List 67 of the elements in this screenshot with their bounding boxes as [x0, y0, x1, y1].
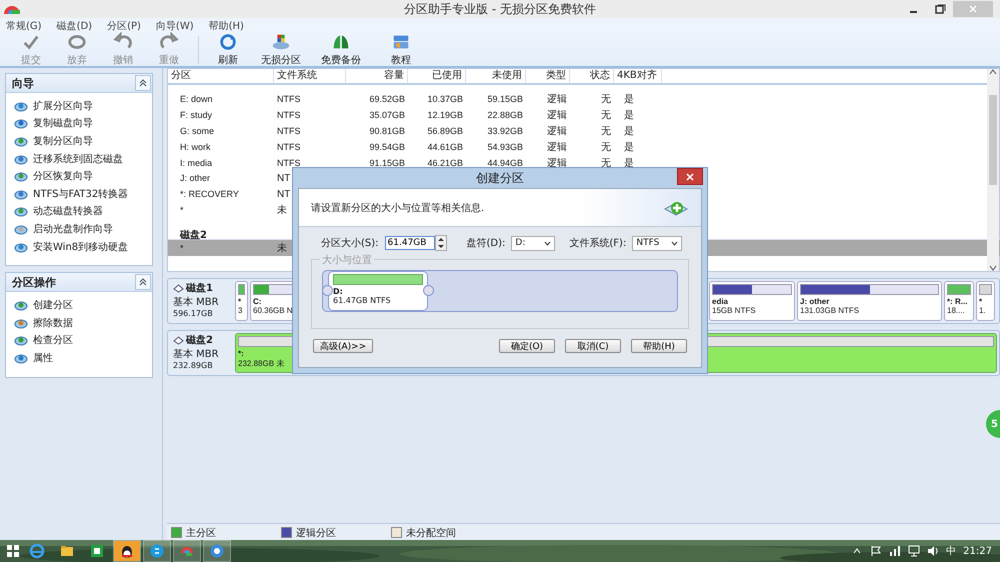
table-cell: 44.61GB — [427, 142, 463, 152]
table-cell: 未 — [277, 242, 287, 254]
table-cell: NTFS — [277, 142, 300, 152]
table-cell: I: media — [180, 158, 212, 168]
table-cell: 46.21GB — [427, 158, 463, 168]
table-cell: 35.07GB — [369, 110, 405, 120]
table-cell: H: work — [180, 142, 211, 152]
table-cell: 逻辑 — [547, 126, 567, 137]
table-cell: 59.15GB — [487, 94, 523, 104]
table-cell: F: study — [180, 110, 212, 120]
table-cell: 33.92GB — [487, 126, 523, 136]
table-cell: E: down — [180, 94, 213, 104]
window-title: 分区助手专业版 - 无损分区免费软件 — [404, 2, 596, 16]
table-cell: 逻辑 — [547, 94, 567, 106]
table-cell: 无 — [601, 142, 611, 153]
disk-size: 596.17GB — [173, 309, 214, 318]
legend-label: 主分区 — [186, 526, 216, 540]
table-cell: * — [180, 204, 184, 215]
table-cell: 10.37GB — [427, 94, 463, 104]
table-cell: 56.89GB — [427, 126, 463, 136]
table-cell: 是 — [624, 94, 634, 106]
table-cell: 99.54GB — [369, 142, 405, 152]
table-cell: 是 — [624, 142, 634, 153]
table-cell: 是 — [624, 110, 634, 122]
table-cell: 12.19GB — [427, 110, 463, 120]
table-cell: *: RECOVERY — [180, 189, 239, 200]
table-cell: 90.81GB — [369, 126, 405, 136]
table-cell: 是 — [624, 126, 634, 137]
legend-label: 未分配空间 — [406, 526, 456, 540]
table-cell: NTFS — [277, 94, 300, 104]
table-cell: NTFS — [277, 110, 300, 120]
legend-label: 逻辑分区 — [296, 526, 336, 540]
table-cell: NT — [277, 189, 290, 200]
table-cell: NTFS — [277, 126, 300, 136]
table-cell: NTFS — [277, 158, 300, 168]
disk-type: 基本 MBR — [173, 296, 220, 309]
table-cell: 是 — [624, 158, 634, 169]
disk-heading: 磁盘2 — [180, 230, 207, 242]
table-cell: 22.88GB — [487, 110, 523, 120]
dialog-message: 请设置新分区的大小与位置等相关信息. — [311, 202, 484, 214]
table-cell: 69.52GB — [369, 94, 405, 104]
field-label: 分区大小(S): — [321, 236, 379, 250]
disk-type: 基本 MBR — [173, 348, 220, 361]
disk-name: 磁盘1 — [173, 281, 233, 295]
table-cell: 无 — [601, 94, 611, 106]
table-cell: 无 — [601, 158, 611, 169]
table-cell: J: other — [180, 173, 210, 184]
table-cell: 无 — [601, 126, 611, 137]
disk-name: 磁盘2 — [173, 333, 233, 347]
table-cell: * — [180, 242, 184, 253]
table-cell: 逻辑 — [547, 110, 567, 122]
dialog-title: 创建分区 — [476, 170, 524, 186]
field-label: 文件系统(F): — [569, 236, 626, 250]
group-title: 大小与位置 — [320, 253, 374, 267]
table-cell: 逻辑 — [547, 142, 567, 153]
table-cell: 逻辑 — [547, 158, 567, 169]
table-cell: 未 — [277, 204, 287, 216]
disk-size: 232.89GB — [173, 361, 214, 370]
field-label: 盘符(D): — [466, 237, 506, 250]
table-cell: 54.93GB — [487, 142, 523, 152]
panel-title: 分区操作 — [12, 274, 56, 290]
table-cell: 91.15GB — [369, 158, 405, 168]
table-cell: G: some — [180, 126, 214, 136]
table-cell: NT — [277, 173, 290, 184]
panel-title: 向导 — [12, 76, 34, 90]
table-cell: 44.94GB — [487, 158, 523, 168]
table-cell: 无 — [601, 110, 611, 122]
